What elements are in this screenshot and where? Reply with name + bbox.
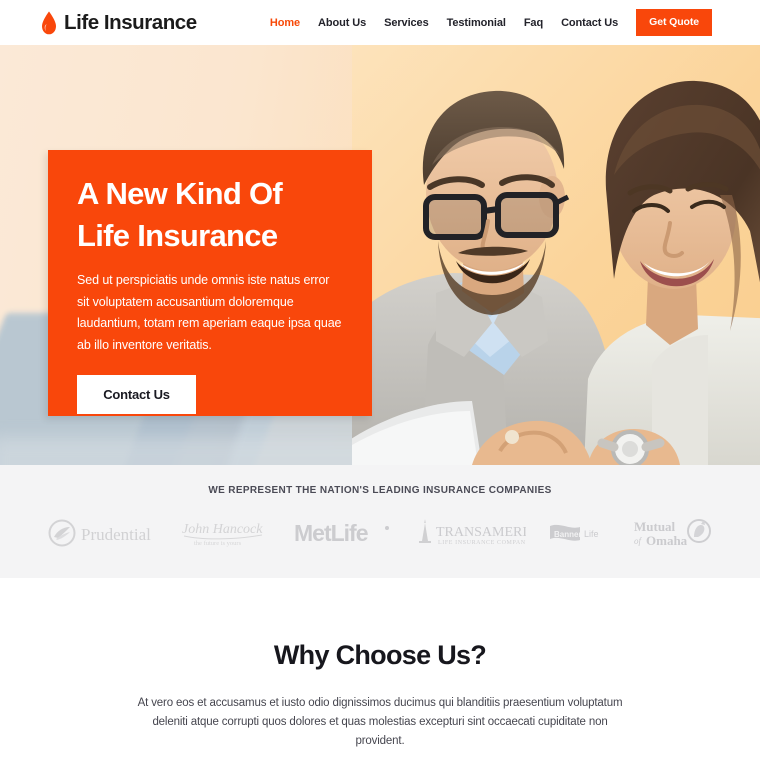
flame-drop-icon xyxy=(41,11,57,35)
nav-item-faq[interactable]: Faq xyxy=(515,17,552,29)
mutual-wordmark: Mutual xyxy=(634,519,676,534)
prudential-wordmark: Prudential xyxy=(81,525,151,544)
life-wordmark: Life xyxy=(584,529,599,539)
partner-logo-metlife: MetLife xyxy=(292,519,392,547)
main-navigation: Home About Us Services Testimonial Faq C… xyxy=(261,0,760,45)
partner-logo-prudential: Prudential xyxy=(48,518,156,548)
nav-item-home[interactable]: Home xyxy=(261,17,309,29)
why-choose-us-description: At vero eos et accusamus et iusto odio d… xyxy=(137,697,623,747)
omaha-wordmark: Omaha xyxy=(646,533,688,548)
partners-section: WE REPRESENT THE NATION'S LEADING INSURA… xyxy=(0,465,760,578)
transamerica-wordmark: TRANSAMERICA xyxy=(436,525,526,540)
hero-title: A New Kind Of Life Insurance xyxy=(48,150,372,257)
nav-item-about-us[interactable]: About Us xyxy=(309,17,375,29)
transamerica-tagline: LIFE INSURANCE COMPANY xyxy=(438,540,526,546)
get-quote-button[interactable]: Get Quote xyxy=(636,9,712,36)
partner-logo-transamerica: TRANSAMERICA LIFE INSURANCE COMPANY xyxy=(414,517,526,549)
page-root: Life Insurance Home About Us Services Te… xyxy=(0,0,760,760)
partner-logo-row: Prudential John Hancock the future is yo… xyxy=(0,516,760,550)
hero-card: A New Kind Of Life Insurance Sed ut pers… xyxy=(48,150,372,416)
john-hancock-tagline: the future is yours xyxy=(194,540,242,547)
hero-title-line2: Life Insurance xyxy=(77,218,278,253)
hero-contact-us-button[interactable]: Contact Us xyxy=(77,375,196,414)
why-choose-us-title: Why Choose Us? xyxy=(273,640,487,670)
logo[interactable]: Life Insurance xyxy=(41,11,197,35)
why-choose-us-section: Why Choose Us? At vero eos et accusamus … xyxy=(0,578,760,760)
hero-description: Sed ut perspiciatis unde omnis iste natu… xyxy=(77,273,342,352)
site-header: Life Insurance Home About Us Services Te… xyxy=(0,0,760,45)
banner-wordmark: Banner xyxy=(554,530,582,539)
hero-title-line1: A New Kind Of xyxy=(77,176,283,211)
hero-background-shape xyxy=(0,437,410,465)
nav-item-contact-us[interactable]: Contact Us xyxy=(552,17,627,29)
hero-photo-couple xyxy=(352,45,760,465)
partners-heading: WE REPRESENT THE NATION'S LEADING INSURA… xyxy=(208,485,552,496)
john-hancock-wordmark: John Hancock xyxy=(182,522,263,537)
nav-item-services[interactable]: Services xyxy=(375,17,437,29)
partner-logo-banner-life: Banner Life xyxy=(548,518,610,548)
metlife-wordmark: MetLife xyxy=(294,520,368,546)
hero-section: A New Kind Of Life Insurance Sed ut pers… xyxy=(0,45,760,465)
brand-name: Life Insurance xyxy=(64,10,197,34)
of-wordmark: of xyxy=(634,536,643,546)
partner-logo-john-hancock: John Hancock the future is yours xyxy=(178,517,270,549)
partner-logo-mutual-of-omaha: Mutual of Omaha xyxy=(632,516,712,550)
nav-item-testimonial[interactable]: Testimonial xyxy=(438,17,515,29)
